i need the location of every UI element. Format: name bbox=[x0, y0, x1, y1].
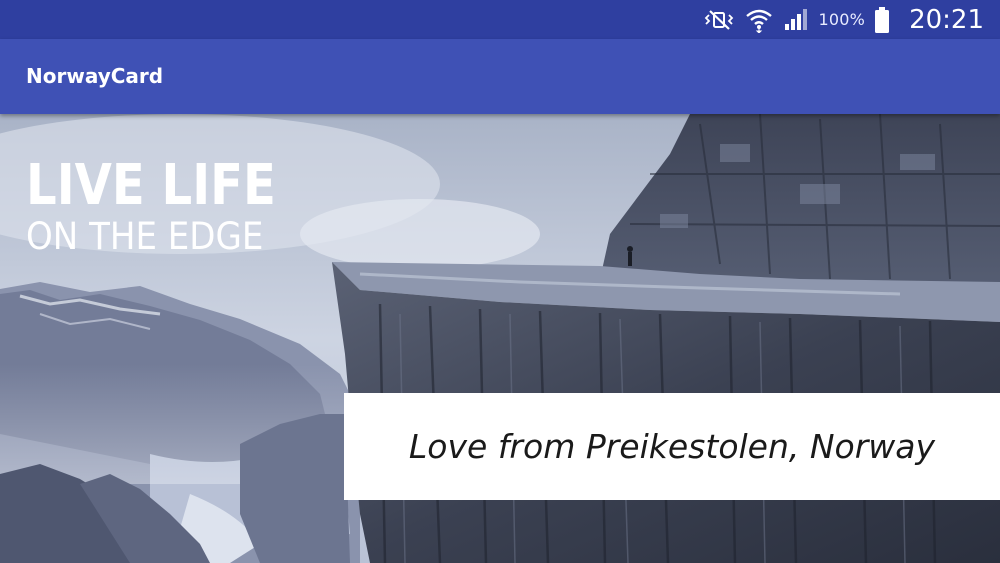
status-bar: 100% 20:21 bbox=[0, 0, 1000, 39]
clock: 20:21 bbox=[909, 4, 984, 35]
mute-vibrate-icon bbox=[703, 9, 735, 31]
battery-percent: 100% bbox=[818, 10, 866, 29]
battery-icon bbox=[875, 6, 890, 33]
wifi-icon bbox=[745, 7, 773, 33]
signal-icon bbox=[783, 8, 809, 32]
app-title: NorwayCard bbox=[26, 64, 164, 88]
headline-line-1: LIVE LIFE bbox=[26, 153, 276, 218]
caption-text: Love from Preikestolen, Norway bbox=[408, 427, 936, 466]
status-icons: 100% 20:21 bbox=[703, 0, 984, 39]
headline: LIVE LIFE ON THE EDGE bbox=[26, 156, 317, 258]
headline-line-2: ON THE EDGE bbox=[26, 215, 264, 258]
card-content: LIVE LIFE ON THE EDGE Love from Preikest… bbox=[0, 114, 1000, 563]
caption-card: Love from Preikestolen, Norway bbox=[344, 393, 1000, 500]
app-bar: NorwayCard bbox=[0, 39, 1000, 114]
